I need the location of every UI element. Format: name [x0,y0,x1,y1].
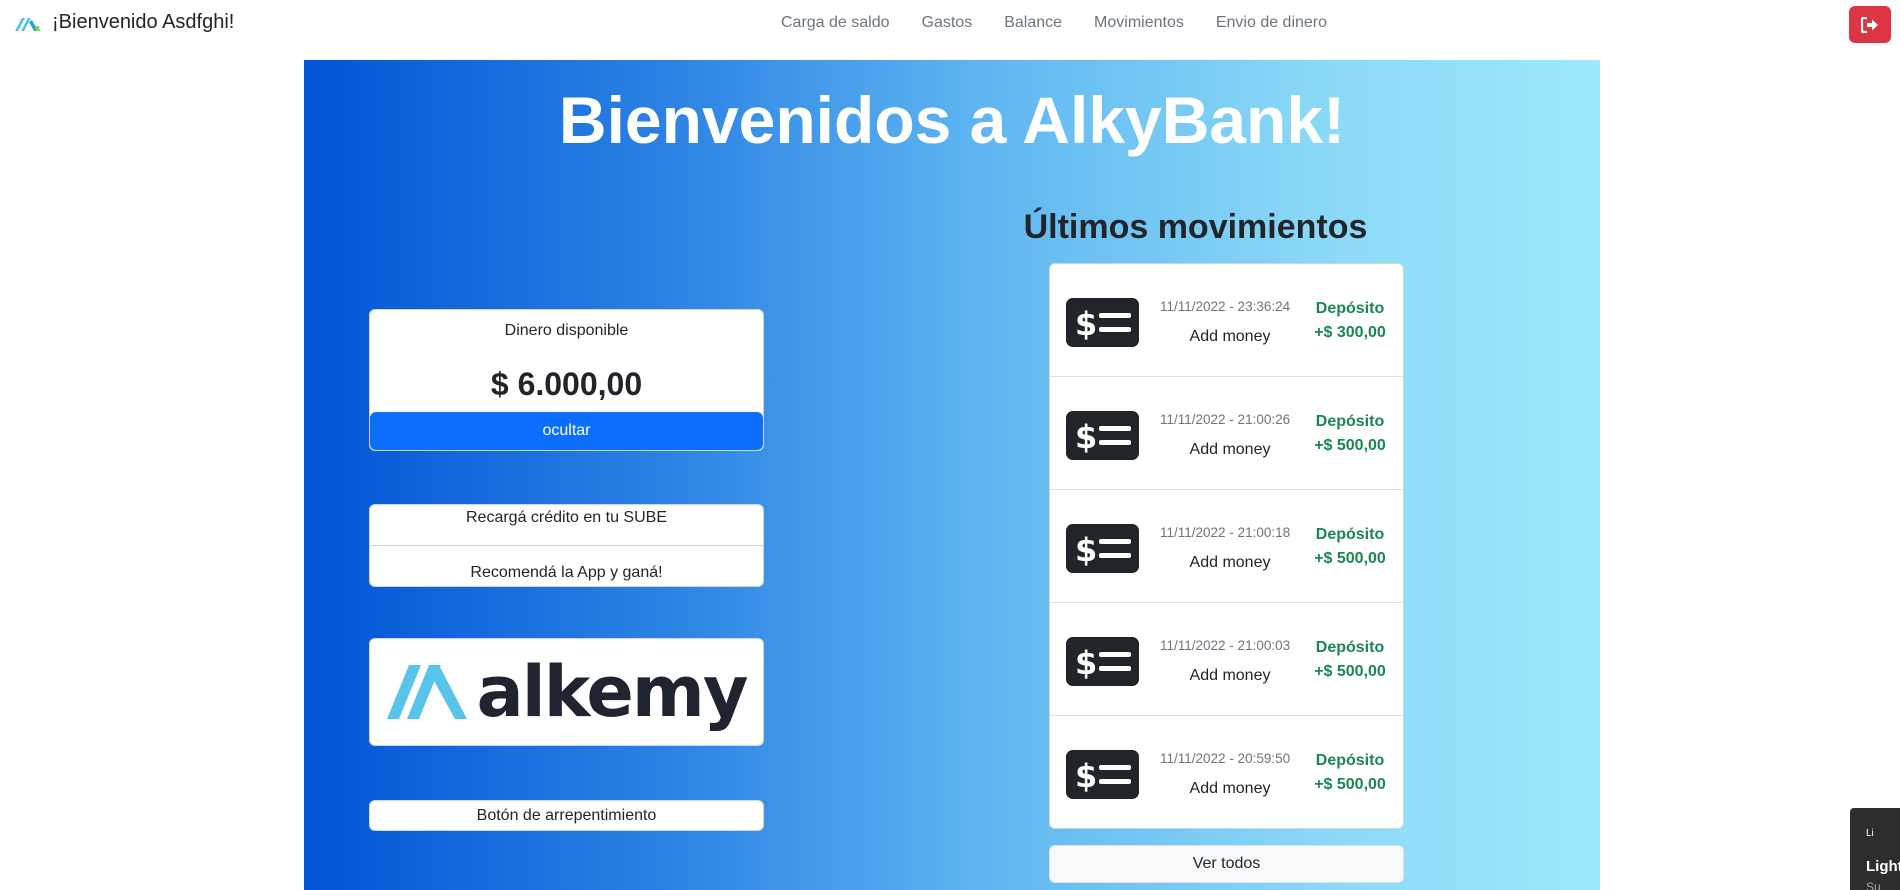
alkemy-mark-icon [15,17,40,31]
movement-amount: +$ 500,00 [1314,776,1386,793]
movement-row[interactable]: $ 11/11/2022 - 20:59:50 Add money Depósi… [1050,716,1403,828]
movement-row[interactable]: $ 11/11/2022 - 21:00:26 Add money Depósi… [1050,377,1403,490]
money-bill-icon: $ [1066,637,1139,686]
movement-type: Depósito [1315,526,1385,543]
movement-amount: +$ 500,00 [1314,550,1386,567]
regret-button[interactable]: Botón de arrepentimiento [369,800,764,831]
quick-links-card: Recargá crédito en tu SUBE Recomendá la … [369,504,764,587]
money-bill-icon: $ [1066,411,1139,460]
movement-row[interactable]: $ 11/11/2022 - 23:36:24 Add money Depósi… [1050,264,1403,377]
hero-section: Bienvenidos a AlkyBank! Dinero disponibl… [304,60,1600,890]
balance-card: Dinero disponible $ 6.000,00 ocultar [369,309,764,451]
movement-description: Add money [1189,441,1271,458]
alkemy-wordmark: alkemy [476,651,749,733]
nav-link-movimientos[interactable]: Movimientos [1078,14,1200,32]
hide-balance-button[interactable]: ocultar [370,412,763,450]
svg-text:$: $ [1075,644,1097,682]
corner-popup-small-text: Li [1866,828,1874,839]
balance-label: Dinero disponible [504,322,629,339]
movement-date: 11/11/2022 - 23:36:24 [1160,299,1291,314]
movement-amount: +$ 300,00 [1314,324,1386,341]
balance-amount: $ 6.000,00 [490,366,643,402]
view-all-button[interactable]: Ver todos [1049,845,1404,883]
movements-list: $ 11/11/2022 - 23:36:24 Add money Depósi… [1049,263,1404,829]
svg-text:$: $ [1075,531,1097,569]
page-title: Bienvenidos a AlkyBank! [558,83,1346,157]
alkemy-logo-icon [386,665,467,719]
sube-recharge-link[interactable]: Recargá crédito en tu SUBE [370,505,763,546]
movement-amount: +$ 500,00 [1314,437,1386,454]
movement-date: 11/11/2022 - 21:00:18 [1160,525,1291,540]
movement-description: Add money [1189,554,1271,571]
movement-description: Add money [1189,328,1271,345]
movement-amount: +$ 500,00 [1314,663,1386,680]
nav-link-carga-de-saldo[interactable]: Carga de saldo [765,14,906,32]
nav-link-envio-de-dinero[interactable]: Envio de dinero [1200,14,1343,32]
svg-text:$: $ [1075,418,1097,456]
movement-date: 11/11/2022 - 20:59:50 [1160,751,1291,766]
money-bill-icon: $ [1066,750,1139,799]
navbar: ¡Bienvenido Asdfghi! Carga de saldo Gast… [0,0,1900,50]
movement-type: Depósito [1315,300,1385,317]
nav-links: Carga de saldo Gastos Balance Movimiento… [765,14,1343,32]
movement-description: Add money [1189,780,1271,797]
movement-type: Depósito [1315,752,1385,769]
corner-popup[interactable]: Li Light Su [1850,808,1900,890]
corner-popup-subtitle: Su [1866,880,1881,890]
movement-type: Depósito [1315,639,1385,656]
sign-out-icon [1861,16,1878,33]
money-bill-icon: $ [1066,524,1139,573]
movement-date: 11/11/2022 - 21:00:26 [1160,412,1291,427]
nav-link-balance[interactable]: Balance [988,14,1078,32]
svg-text:$: $ [1075,757,1097,795]
movement-row[interactable]: $ 11/11/2022 - 21:00:03 Add money Depósi… [1050,603,1403,716]
money-bill-icon: $ [1066,298,1139,347]
navbar-brand[interactable]: ¡Bienvenido Asdfghi! [14,11,234,34]
movement-row[interactable]: $ 11/11/2022 - 21:00:18 Add money Depósi… [1050,490,1403,603]
movements-title: Últimos movimientos [1023,208,1368,246]
brand-text: ¡Bienvenido Asdfghi! [52,11,235,33]
svg-text:$: $ [1075,305,1097,343]
recommend-app-link[interactable]: Recomendá la App y ganá! [370,546,763,586]
nav-link-gastos[interactable]: Gastos [906,14,989,32]
alkemy-banner[interactable]: alkemy [369,638,764,746]
movement-type: Depósito [1315,413,1385,430]
movement-description: Add money [1189,667,1271,684]
movement-date: 11/11/2022 - 21:00:03 [1160,638,1291,653]
logout-button[interactable] [1849,6,1891,43]
corner-popup-title: Light [1866,858,1900,875]
